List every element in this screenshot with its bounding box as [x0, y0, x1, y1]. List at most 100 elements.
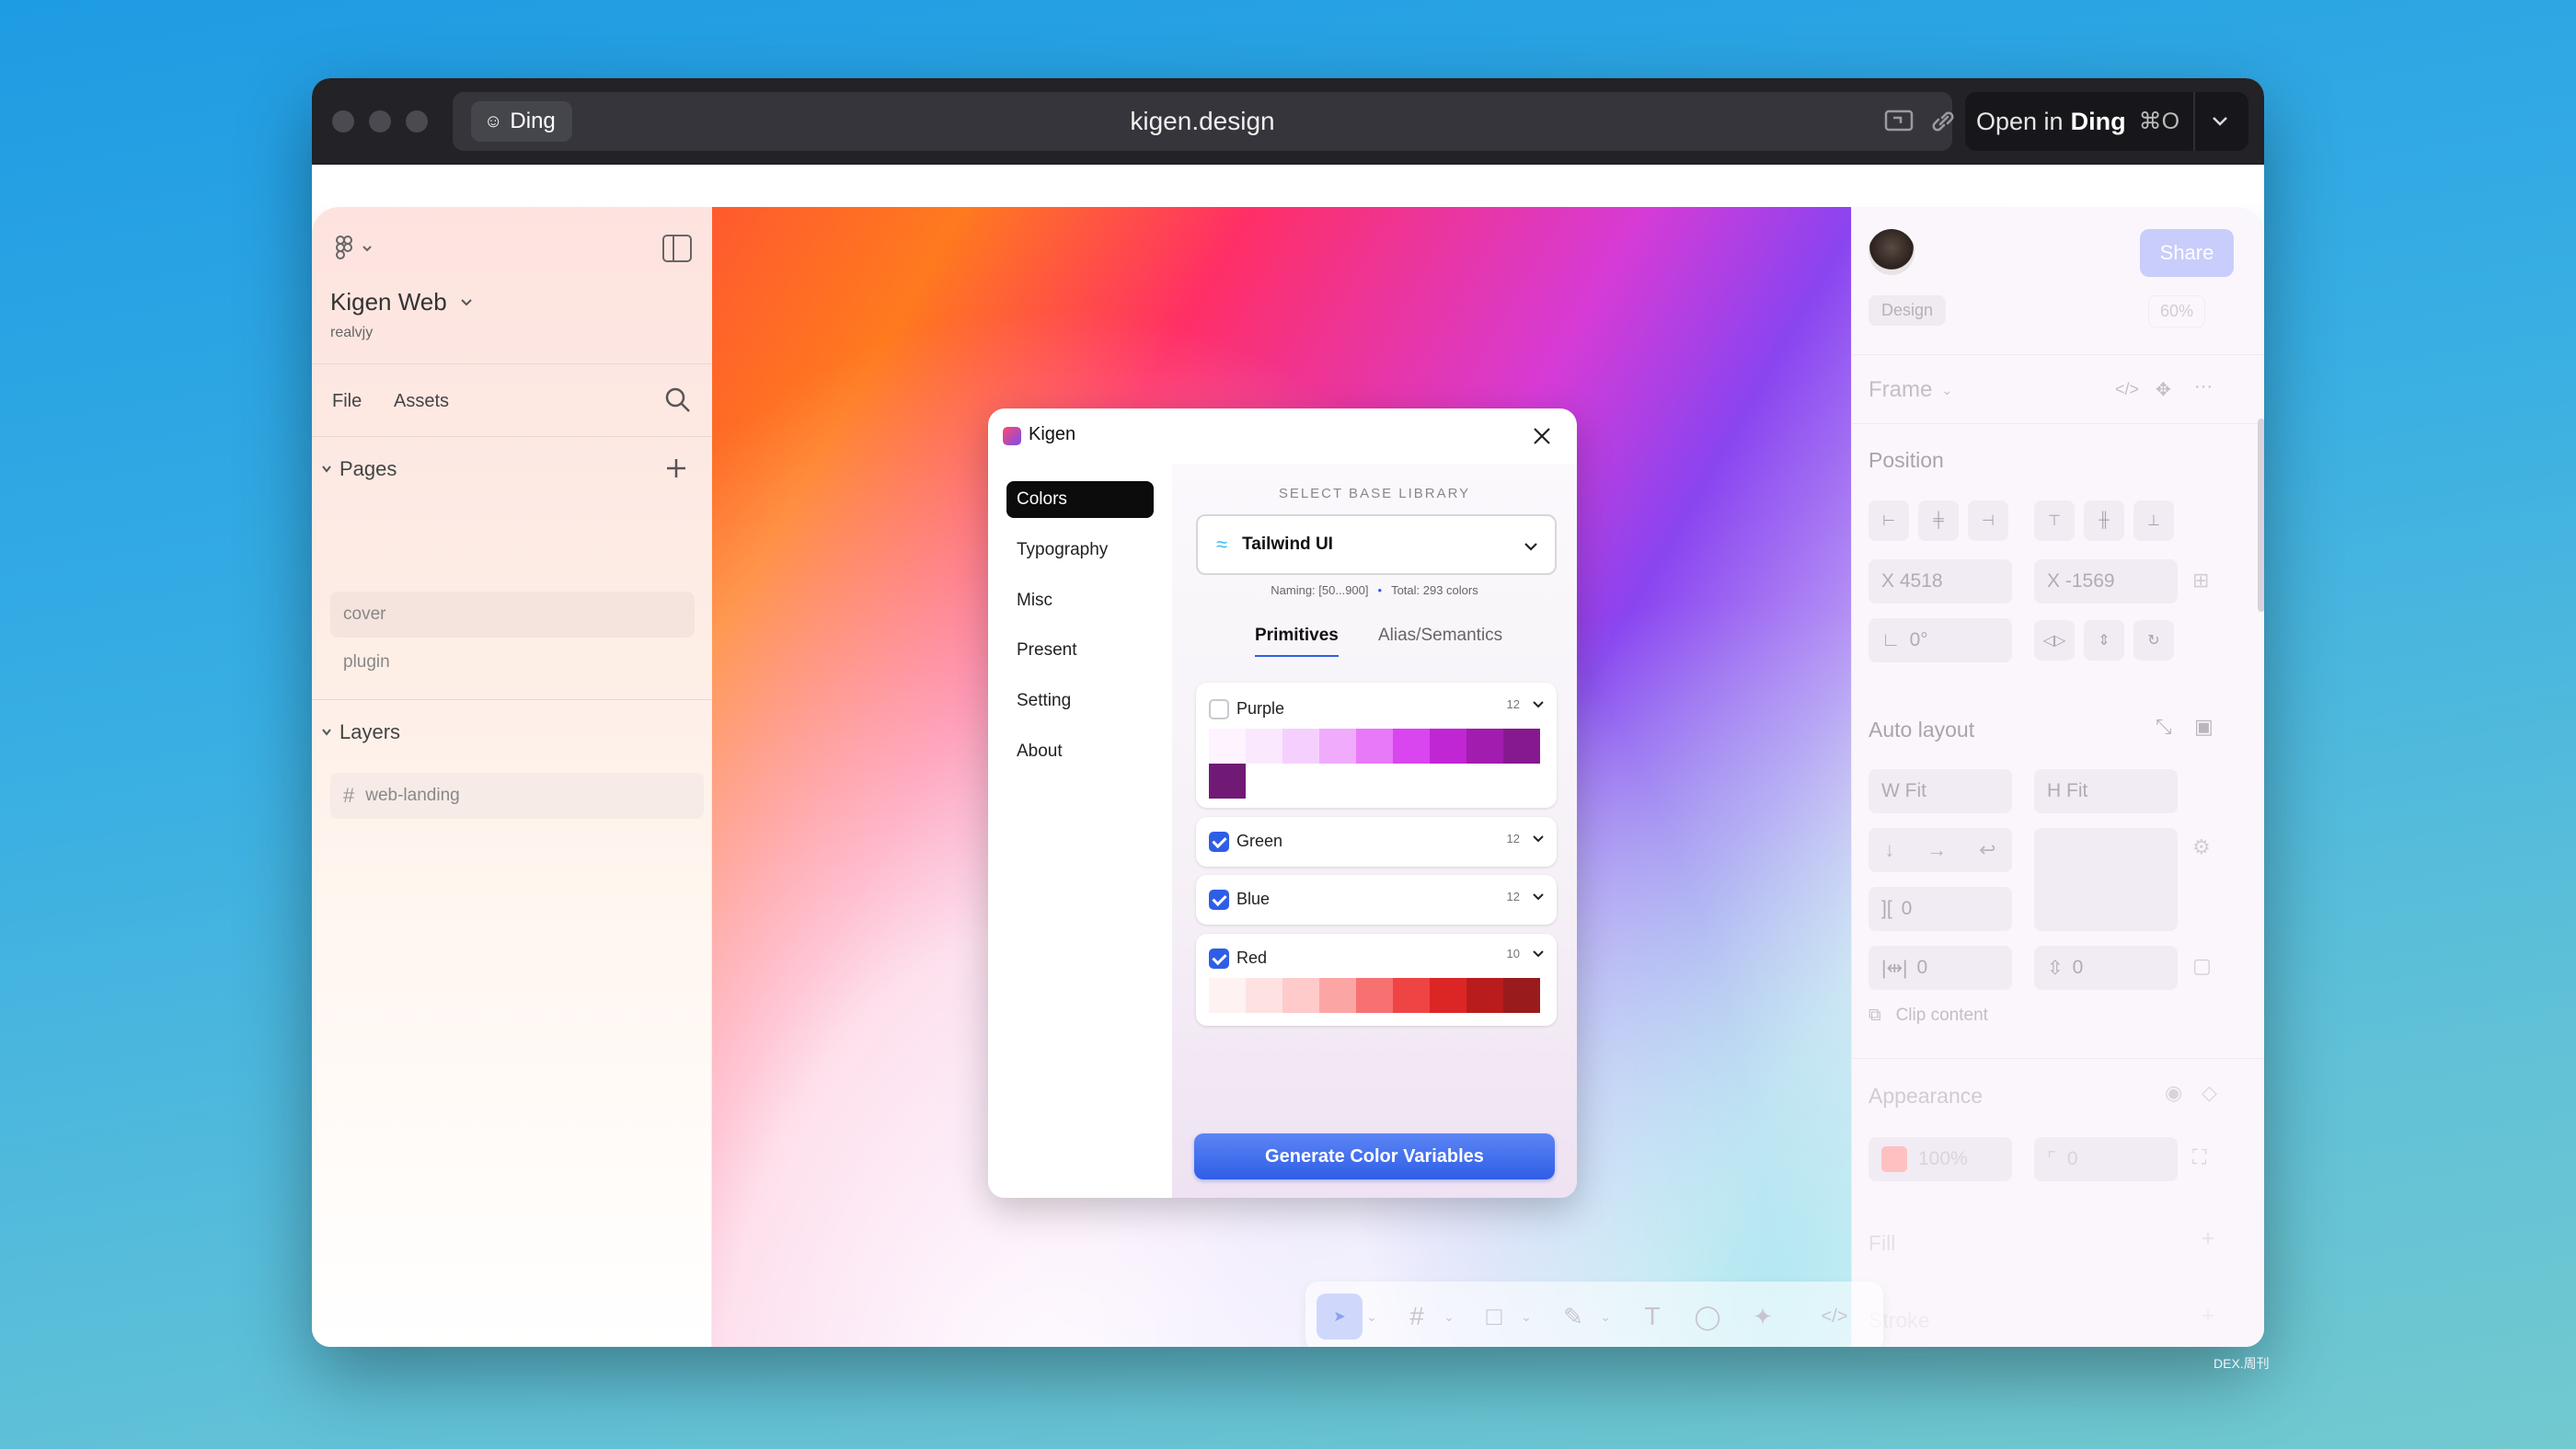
color-swatch[interactable] — [1356, 978, 1393, 1013]
constraints-icon[interactable]: ⊞ — [2192, 569, 2209, 592]
component-icon[interactable]: ✥ — [2156, 378, 2171, 401]
tab-file[interactable]: File — [332, 391, 362, 412]
color-swatch[interactable] — [1246, 978, 1282, 1013]
color-group-blue[interactable]: Blue 12 — [1196, 875, 1557, 925]
generate-color-variables-button[interactable]: Generate Color Variables — [1194, 1133, 1555, 1179]
clip-content-toggle[interactable]: ⧉ Clip content — [1869, 1006, 1988, 1026]
tab-design[interactable]: Design — [1869, 295, 1947, 326]
gap-input[interactable]: ][0 — [1869, 887, 2012, 931]
chevron-down-icon[interactable] — [1531, 697, 1546, 712]
color-swatch[interactable] — [1282, 729, 1319, 764]
search-icon[interactable] — [664, 386, 692, 414]
align-bottom-icon[interactable]: ⊥ — [2133, 500, 2174, 541]
project-title[interactable]: Kigen Web — [330, 288, 473, 316]
align-center-v-icon[interactable]: ╫ — [2084, 500, 2124, 541]
actions-tool-icon[interactable]: ✦ — [1740, 1294, 1786, 1340]
blue-checkbox[interactable] — [1209, 890, 1229, 910]
chevron-down-icon[interactable]: ⌄ — [1440, 1294, 1458, 1340]
arrow-down-icon[interactable]: ↓ — [1884, 838, 1894, 862]
share-button[interactable]: Share — [2140, 229, 2234, 277]
chevron-down-icon[interactable] — [1531, 890, 1546, 904]
rectangle-tool-icon[interactable]: □ — [1471, 1294, 1517, 1340]
align-center-h-icon[interactable]: ╪ — [1918, 500, 1959, 541]
open-in-ding-button[interactable]: Open in Ding ⌘O — [1965, 92, 2248, 151]
layers-header[interactable]: Layers — [321, 720, 400, 744]
zoom-window-button[interactable] — [406, 110, 428, 132]
chevron-down-icon[interactable]: ⌄ — [1596, 1294, 1615, 1340]
add-stroke-icon[interactable]: + — [2202, 1304, 2214, 1329]
text-tool-icon[interactable]: T — [1629, 1294, 1675, 1340]
color-swatch[interactable] — [1430, 729, 1466, 764]
settings-sliders-icon[interactable]: ⚙ — [2192, 835, 2211, 859]
sidebar-toggle-icon[interactable] — [661, 234, 693, 263]
color-group-red[interactable]: Red 10 — [1196, 934, 1557, 1026]
figma-menu-icon[interactable] — [334, 235, 376, 262]
height-input[interactable]: H Fit — [2034, 769, 2178, 813]
link-icon[interactable] — [1928, 109, 1958, 134]
color-group-green[interactable]: Green 12 — [1196, 817, 1557, 867]
color-swatch[interactable] — [1209, 764, 1246, 799]
chevron-down-icon[interactable] — [1531, 832, 1546, 846]
minimize-window-button[interactable] — [369, 110, 391, 132]
color-swatch[interactable] — [1209, 978, 1246, 1013]
layer-item[interactable]: # web-landing — [330, 773, 704, 819]
comment-tool-icon[interactable]: ◯ — [1685, 1294, 1731, 1340]
color-swatch[interactable] — [1466, 978, 1503, 1013]
nav-present[interactable]: Present — [1006, 632, 1154, 669]
align-top-icon[interactable]: ⊤ — [2034, 500, 2075, 541]
url-bar[interactable]: ☺ Ding kigen.design — [453, 92, 1954, 151]
flip-horizontal-icon[interactable]: ◁▷ — [2034, 620, 2075, 661]
pages-header[interactable]: Pages — [321, 457, 397, 481]
rotate-icon[interactable]: ↻ — [2133, 620, 2174, 661]
expand-corners-icon[interactable]: ⛶ — [2192, 1145, 2206, 1169]
tab-assets[interactable]: Assets — [394, 391, 449, 412]
color-swatch[interactable] — [1356, 729, 1393, 764]
tab-primitives[interactable]: Primitives — [1255, 626, 1339, 657]
color-swatch[interactable] — [1430, 978, 1466, 1013]
chevron-down-icon[interactable]: ⌄ — [1363, 1294, 1381, 1340]
close-icon[interactable] — [1531, 425, 1553, 447]
red-checkbox[interactable] — [1209, 949, 1229, 969]
alignment-grid[interactable] — [2034, 828, 2178, 931]
chevron-down-icon[interactable] — [1531, 947, 1546, 961]
vertical-padding-input[interactable]: ⇳ 0 — [2034, 946, 2178, 990]
green-checkbox[interactable] — [1209, 832, 1229, 852]
y-position-input[interactable]: X -1569 — [2034, 559, 2178, 604]
color-swatch[interactable] — [1246, 729, 1282, 764]
collapse-icon[interactable]: ⤡ — [2156, 715, 2172, 739]
frame-selector[interactable]: Frame ⌄ — [1869, 377, 1952, 403]
frame-tool-icon[interactable]: # — [1394, 1294, 1440, 1340]
color-swatch[interactable] — [1209, 729, 1246, 764]
more-icon[interactable]: ··· — [2194, 376, 2213, 397]
nav-about[interactable]: About — [1006, 733, 1154, 770]
x-position-input[interactable]: X 4518 — [1869, 559, 2012, 604]
drop-icon[interactable]: ◇ — [2202, 1081, 2217, 1105]
align-left-icon[interactable]: ⊢ — [1869, 500, 1909, 541]
add-page-icon[interactable] — [665, 457, 687, 479]
layout-grid-icon[interactable]: ▣ — [2194, 715, 2214, 739]
dev-mode-icon[interactable]: </> — [1811, 1294, 1857, 1340]
code-icon[interactable]: </> — [2115, 380, 2139, 399]
nav-setting[interactable]: Setting — [1006, 683, 1154, 719]
width-input[interactable]: W Fit — [1869, 769, 2012, 813]
page-item[interactable]: cover — [330, 592, 695, 638]
zoom-level[interactable]: 60% — [2148, 295, 2206, 328]
screen-share-icon[interactable] — [1884, 109, 1914, 134]
add-fill-icon[interactable]: + — [2202, 1226, 2214, 1252]
radius-input[interactable]: ⌜ 0 — [2034, 1137, 2178, 1181]
color-swatch[interactable] — [1503, 978, 1540, 1013]
avatar[interactable] — [1869, 229, 1915, 275]
color-group-purple[interactable]: Purple 12 — [1196, 683, 1557, 808]
arrow-right-icon[interactable]: → — [1926, 838, 1947, 862]
align-right-icon[interactable]: ⊣ — [1968, 500, 2008, 541]
color-swatch[interactable] — [1319, 978, 1356, 1013]
rotation-input[interactable]: ∟ 0° — [1869, 618, 2012, 662]
direction-toggle[interactable]: ↓ → ↩ — [1869, 828, 2012, 872]
opacity-input[interactable]: 100% — [1869, 1137, 2012, 1181]
nav-misc[interactable]: Misc — [1006, 582, 1154, 619]
purple-checkbox[interactable] — [1209, 699, 1229, 719]
close-window-button[interactable] — [332, 110, 354, 132]
pen-tool-icon[interactable]: ✎ — [1550, 1294, 1596, 1340]
flip-vertical-icon[interactable]: ⇕ — [2084, 620, 2124, 661]
color-swatch[interactable] — [1319, 729, 1356, 764]
